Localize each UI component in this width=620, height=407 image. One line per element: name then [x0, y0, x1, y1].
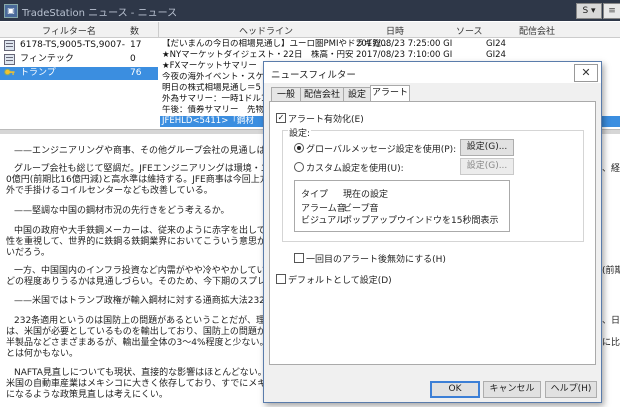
article-paragraph: 0億円(前期比16億円減)と高水準は維持する。JFE商事は今回上方 [6, 175, 269, 185]
global-settings-button[interactable]: 設定(G)... [460, 139, 514, 156]
alert-tab-panel: ✓ アラート有効化(E) 設定: グローバルメッセージ設定を使用(P): 設定(… [269, 101, 596, 365]
window-titlebar: ▣ TradeStation ニュース - ニュース S ▾ ≡ [0, 0, 620, 21]
filter-list-header: フィルター名 数 [0, 22, 158, 38]
filter-row-name: 6178-TS,9005-TS,9007- [20, 40, 125, 50]
article-paragraph: 中国の政府や大手鉄鋼メーカーは、従来のように赤字を出してまで [14, 226, 284, 236]
headline-date: 2017/08/23 7:25:00 GI [356, 39, 453, 49]
headline-source: GI24 [486, 50, 506, 60]
radio-global-settings[interactable] [294, 143, 304, 153]
alert-settings-table: タイプ 現在の設定 アラーム音 ビープ音 ビジュアル ポップアップウインドウを1… [294, 180, 510, 232]
filter-row-count: 76 [130, 68, 142, 78]
filter-row-count: 17 [130, 40, 142, 50]
filter-row-name: フィンテック [20, 54, 74, 64]
article-paragraph: 外で手掛けるコイルセンターなども改善している。 [6, 186, 213, 196]
headline-row[interactable]: 【だいまんの今日の相場見通し】ユーロ圏PMIやドラギ総... 2017/08/2… [160, 39, 620, 50]
help-button[interactable]: ヘルプ(H) [545, 381, 597, 398]
article-paragraph: ——米国ではトランプ政権が輸入鋼材に対する通商拡大法232条で [14, 296, 283, 306]
tab-alert[interactable]: アラート [370, 85, 410, 102]
article-paragraph: は、米国が必要としているものを輸出しており、国防上の問題があるとは [6, 327, 302, 337]
radio-custom-settings[interactable] [294, 162, 304, 172]
article-paragraph: 性を重視して、世界的に鉄鋼る鉄鋼業界においてこういう意思が感じ [6, 237, 285, 247]
table-value: 現在の設定 [343, 190, 389, 200]
set-as-default-checkbox[interactable] [276, 274, 286, 284]
alert-enabled-checkbox[interactable]: ✓ [276, 113, 286, 123]
article-paragraph: グループ会社も総じて堅調だ。JFEエンジニアリングは環境・エネル [14, 164, 288, 174]
app-icon: ▣ [4, 4, 18, 18]
filter-row-count: 0 [130, 54, 136, 64]
headline-date: 2017/08/23 7:10:00 GI [356, 50, 453, 60]
table-key: タイプ [301, 190, 329, 200]
ok-button[interactable]: OK [430, 381, 480, 398]
count-column-header[interactable]: 数 [130, 24, 139, 37]
headline-grid-header: ヘッドライン 日時 ソース 配信会社 [158, 22, 620, 38]
headline-column-header[interactable]: ヘッドライン [239, 24, 293, 37]
close-icon[interactable]: ✕ [574, 64, 598, 82]
disable-after-first-alert-checkbox[interactable] [294, 253, 304, 263]
article-fragment: に比べ [602, 338, 620, 348]
provider-column-header[interactable]: 配信会社 [519, 24, 555, 37]
headline-text: ★NYマーケットダイジェスト・22日 株高・円安 [162, 50, 354, 60]
filter-row[interactable]: 6178-TS,9005-TS,9007- 17 [0, 39, 158, 52]
source-column-header[interactable]: ソース [456, 24, 483, 37]
key-icon [4, 68, 15, 79]
window-menu-button[interactable]: ≡ [603, 3, 620, 19]
article-paragraph: 一方、中国国内のインフラ投資など内需がやや冷ややかしているとは [14, 266, 293, 276]
article-paragraph: 232条適用というのは国防上の問題があるということだが、理解に苦 [14, 316, 292, 326]
filter-row[interactable]: フィンテック 0 [0, 53, 158, 66]
dialog-titlebar[interactable]: ニュースフィルター ✕ [264, 62, 601, 83]
article-paragraph: とは何かもない。 [6, 349, 79, 359]
disable-after-first-alert-label: 一回目のアラート後無効にする(H) [306, 255, 446, 265]
article-paragraph: 半製品などさまざまあるが、輸出量全体の3〜4%程度と少ない。ただ [6, 338, 287, 348]
article-fragment: 、経常 [602, 164, 620, 174]
filter-icon [4, 54, 15, 65]
article-paragraph: ——堅調な中国の鋼材市況の先行きをどう考えるか。 [14, 206, 230, 216]
article-paragraph: NAFTA見直しについても現状、直接的な影響はほとんどない。メキ [14, 368, 285, 378]
cancel-button[interactable]: キャンセル [483, 381, 541, 398]
headline-text: JFEHLD<5411>「鋼材 [162, 116, 254, 126]
set-as-default-label: デフォルトとして設定(D) [288, 276, 392, 286]
table-value: ポップアップウインドウを15秒間表示 [343, 216, 499, 226]
tab-provider[interactable]: 配信会社 [300, 87, 344, 102]
table-key: ビジュアル [301, 216, 346, 226]
alert-enabled-label: アラート有効化(E) [288, 115, 364, 125]
radio-global-label: グローバルメッセージ設定を使用(P): [306, 145, 457, 155]
article-paragraph: いだろう。 [6, 248, 50, 258]
headline-text: 明日の株式相場見通し＝5 [162, 83, 261, 93]
article-fragment: (前期 [602, 266, 620, 276]
date-column-header[interactable]: 日時 [386, 24, 404, 37]
article-paragraph: ——エンジニアリングや商事、その他グループ会社の見通しはどう [14, 146, 284, 156]
tab-settings[interactable]: 設定 [343, 87, 371, 102]
radio-custom-label: カスタム設定を使用(U): [306, 164, 404, 174]
headline-text: 外為サマリー：一時1ドル109 [162, 94, 278, 104]
headline-source: GI24 [486, 39, 506, 49]
article-fragment: 、日本 [602, 316, 620, 326]
article-paragraph: どの程度ありうるかは見通しづらい。そのため、今下期のスプレッド改善 [6, 277, 303, 287]
article-paragraph: 米国の自動車産業はメキシコに大きく依存しており、すでにメキシコ [6, 379, 285, 389]
article-paragraph: になるような政策見直しは考えにくい。 [6, 390, 168, 400]
headline-text: 午後：債券サマリー 先物は3 [162, 105, 278, 115]
filter-row-selected[interactable]: トランプ 76 [0, 67, 158, 80]
settings-label: 設定: [288, 126, 312, 139]
window-title: TradeStation ニュース - ニュース [22, 8, 178, 19]
filter-icon [4, 40, 15, 51]
filter-name-column-header[interactable]: フィルター名 [42, 24, 96, 37]
custom-settings-button[interactable]: 設定(G)... [460, 158, 514, 175]
tab-general[interactable]: 一般 [271, 87, 301, 102]
s-menu-button[interactable]: S ▾ [576, 3, 602, 19]
headline-row[interactable]: ★NYマーケットダイジェスト・22日 株高・円安 2017/08/23 7:10… [160, 50, 620, 61]
dialog-title: ニュースフィルター [271, 70, 356, 81]
filter-row-name: トランプ [20, 68, 56, 78]
news-filter-dialog: ニュースフィルター ✕ 一般 配信会社 設定 アラート ✓ アラート有効化(E)… [263, 61, 602, 403]
